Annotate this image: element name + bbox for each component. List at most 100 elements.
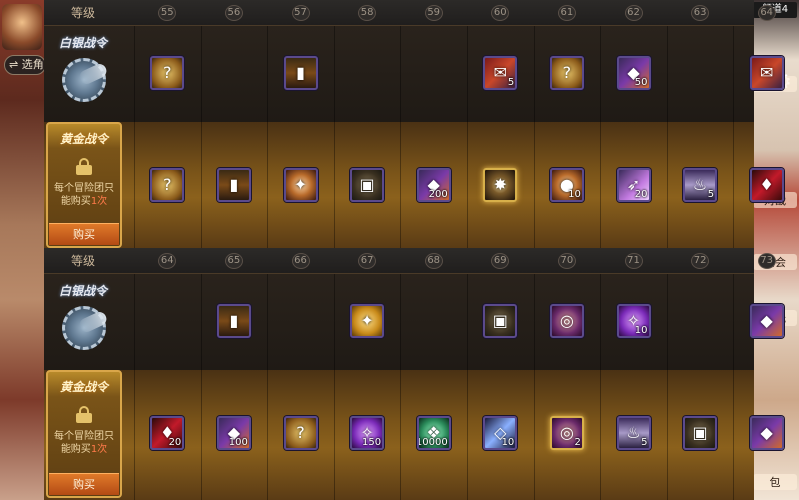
reward-item-ticket-box[interactable]: ◆	[749, 304, 784, 338]
reward-item-disc[interactable]: ◎	[549, 304, 584, 338]
reward-item-mystery-box[interactable]: ?	[150, 168, 185, 202]
column-divider	[267, 274, 269, 370]
reward-item-cube-chest[interactable]: ▣	[350, 168, 385, 202]
left-background	[0, 0, 44, 500]
level-number: 68	[424, 253, 443, 269]
column-divider	[400, 122, 402, 248]
level-number: 71	[624, 253, 643, 269]
column-divider	[733, 122, 735, 248]
item-quantity: 20	[168, 437, 182, 448]
reward-item-mystery-box[interactable]: ?	[549, 56, 584, 90]
potion-icon: ▮	[296, 63, 305, 82]
reward-item-pot-ticket[interactable]: ✉	[749, 56, 784, 90]
reward-item-cube-chest[interactable]: ▣	[483, 304, 518, 338]
level-number: 57	[291, 5, 310, 21]
gold-reward-row: 黄金战令 每个冒险团只 能购买1次 购买 ♦ 20 ◆ 100? ✧ 150 ❖ 10000 ◇…	[44, 370, 784, 500]
column-divider	[533, 122, 535, 248]
item-quantity: 10	[568, 189, 581, 200]
ticket-box-icon: ◆	[760, 423, 773, 442]
reward-item-ticket-box[interactable]: ◆ 200	[416, 168, 451, 202]
column-divider	[533, 274, 535, 370]
level-row: 等级 55 56 57 58 59 60 61 62 63 64	[44, 0, 776, 26]
column-divider	[666, 26, 668, 122]
column-divider	[267, 26, 269, 122]
orb-chest-icon: ✦	[293, 175, 308, 194]
column-divider	[200, 274, 202, 370]
reward-item-ticket-box[interactable]: ◆	[749, 416, 784, 450]
reward-item-teapot[interactable]: ♨ 5	[683, 168, 718, 202]
battle-pass-screen: ⇌ 选角 频道4 ⚙ 港 对战 公会 委托 包 等级 5556575859606…	[0, 0, 799, 500]
reward-item-ticket-box[interactable]: ◆ 50	[616, 56, 651, 90]
column-divider	[600, 26, 602, 122]
column-divider	[134, 122, 135, 248]
silver-pass-title: 白银战令	[58, 284, 107, 298]
column-divider	[733, 274, 735, 370]
reward-item-red-shard[interactable]: ♦ 20	[150, 416, 185, 450]
item-quantity: 20	[634, 189, 648, 200]
reward-item-gold-chest[interactable]: ✦	[350, 304, 385, 338]
level-number: 64	[757, 5, 776, 21]
reward-item-blade-crystal[interactable]: ◇ 10	[483, 416, 518, 450]
buy-button[interactable]: 购买	[49, 473, 119, 495]
level-number: 66	[291, 253, 310, 269]
reward-item-ticket-chest[interactable]: ✉ 5	[483, 56, 518, 90]
level-label: 等级	[70, 6, 95, 20]
ticket-box-icon: ◆	[760, 311, 773, 330]
silver-reward-row: 白银战令 ▮ ✦ ▣ ◎ ✧ 10 ◆	[44, 274, 784, 370]
character-avatar[interactable]	[2, 4, 42, 50]
gold-pass-title: 黄金战令	[59, 132, 108, 146]
reward-item-dark-crystal[interactable]: ✸	[483, 168, 518, 202]
buy-button[interactable]: 购买	[49, 223, 119, 245]
item-quantity: 10	[501, 437, 515, 448]
level-number: 72	[691, 253, 710, 269]
reward-item-mystery-box[interactable]: ?	[150, 56, 185, 90]
reward-item-cube-chest[interactable]: ▣	[683, 416, 718, 450]
level-label: 等级	[70, 254, 95, 268]
column-divider	[134, 274, 135, 370]
gold-pass-title: 黄金战令	[59, 380, 108, 394]
level-number: 69	[491, 253, 510, 269]
level-number: 65	[224, 253, 243, 269]
pot-ticket-icon: ✉	[759, 63, 774, 82]
disc-icon: ◎	[559, 311, 574, 330]
reward-item-potion[interactable]: ▮	[216, 168, 251, 202]
reward-item-teapot[interactable]: ♨ 5	[616, 416, 651, 450]
reward-item-orb[interactable]: ● 10	[549, 168, 584, 202]
pass-panel-bottom: 等级 64 65 66 67 68 69 70 71 72 73 白银战令 ▮ ✦ ▣ ◎ ✧ 10 ◆ 黄金…	[44, 248, 784, 500]
level-number: 61	[557, 5, 576, 21]
column-divider	[467, 370, 468, 500]
column-divider	[134, 370, 135, 500]
reward-item-disc[interactable]: ◎ 2	[549, 416, 584, 450]
gold-pass-badge: 黄金战令 每个冒险团只 能购买1次 购买	[46, 122, 122, 248]
column-divider	[666, 370, 668, 500]
item-quantity: 100	[228, 437, 248, 448]
item-quantity: 5	[507, 77, 515, 88]
reward-item-red-shard[interactable]: ♦	[749, 168, 784, 202]
column-divider	[267, 370, 269, 500]
reward-item-purple-crystal[interactable]: ✧ 10	[616, 304, 651, 338]
side-menu-bag[interactable]: 包	[753, 474, 797, 490]
reward-item-orb-chest[interactable]: ✦	[283, 168, 318, 202]
reward-item-green-crystal[interactable]: ❖ 10000	[416, 416, 451, 450]
silver-pass-title: 白银战令	[58, 36, 107, 50]
switch-character-button[interactable]: ⇌ 选角	[4, 55, 46, 75]
column-divider	[400, 26, 402, 122]
cube-chest-icon: ▣	[492, 311, 508, 330]
column-divider	[200, 370, 202, 500]
reward-item-potion[interactable]: ▮	[283, 56, 318, 90]
reward-item-purple-crystal[interactable]: ✧ 150	[350, 416, 385, 450]
item-quantity: 150	[362, 437, 382, 448]
dark-crystal-icon: ✸	[493, 175, 507, 194]
reward-item-mystery-box[interactable]: ?	[283, 416, 318, 450]
reward-item-potion[interactable]: ▮	[216, 304, 251, 338]
silver-pass-badge: 白银战令	[44, 26, 122, 122]
column-divider	[200, 26, 202, 122]
level-number: 64	[158, 253, 177, 269]
column-divider	[733, 26, 735, 122]
reward-item-feather-scroll[interactable]: ➶ 20	[616, 168, 651, 202]
mystery-box-icon: ?	[163, 175, 172, 194]
mystery-box-icon: ?	[562, 63, 572, 82]
item-quantity: 5	[707, 189, 715, 200]
silver-emblem-icon	[62, 58, 109, 102]
reward-item-ticket-box[interactable]: ◆ 100	[216, 416, 251, 450]
